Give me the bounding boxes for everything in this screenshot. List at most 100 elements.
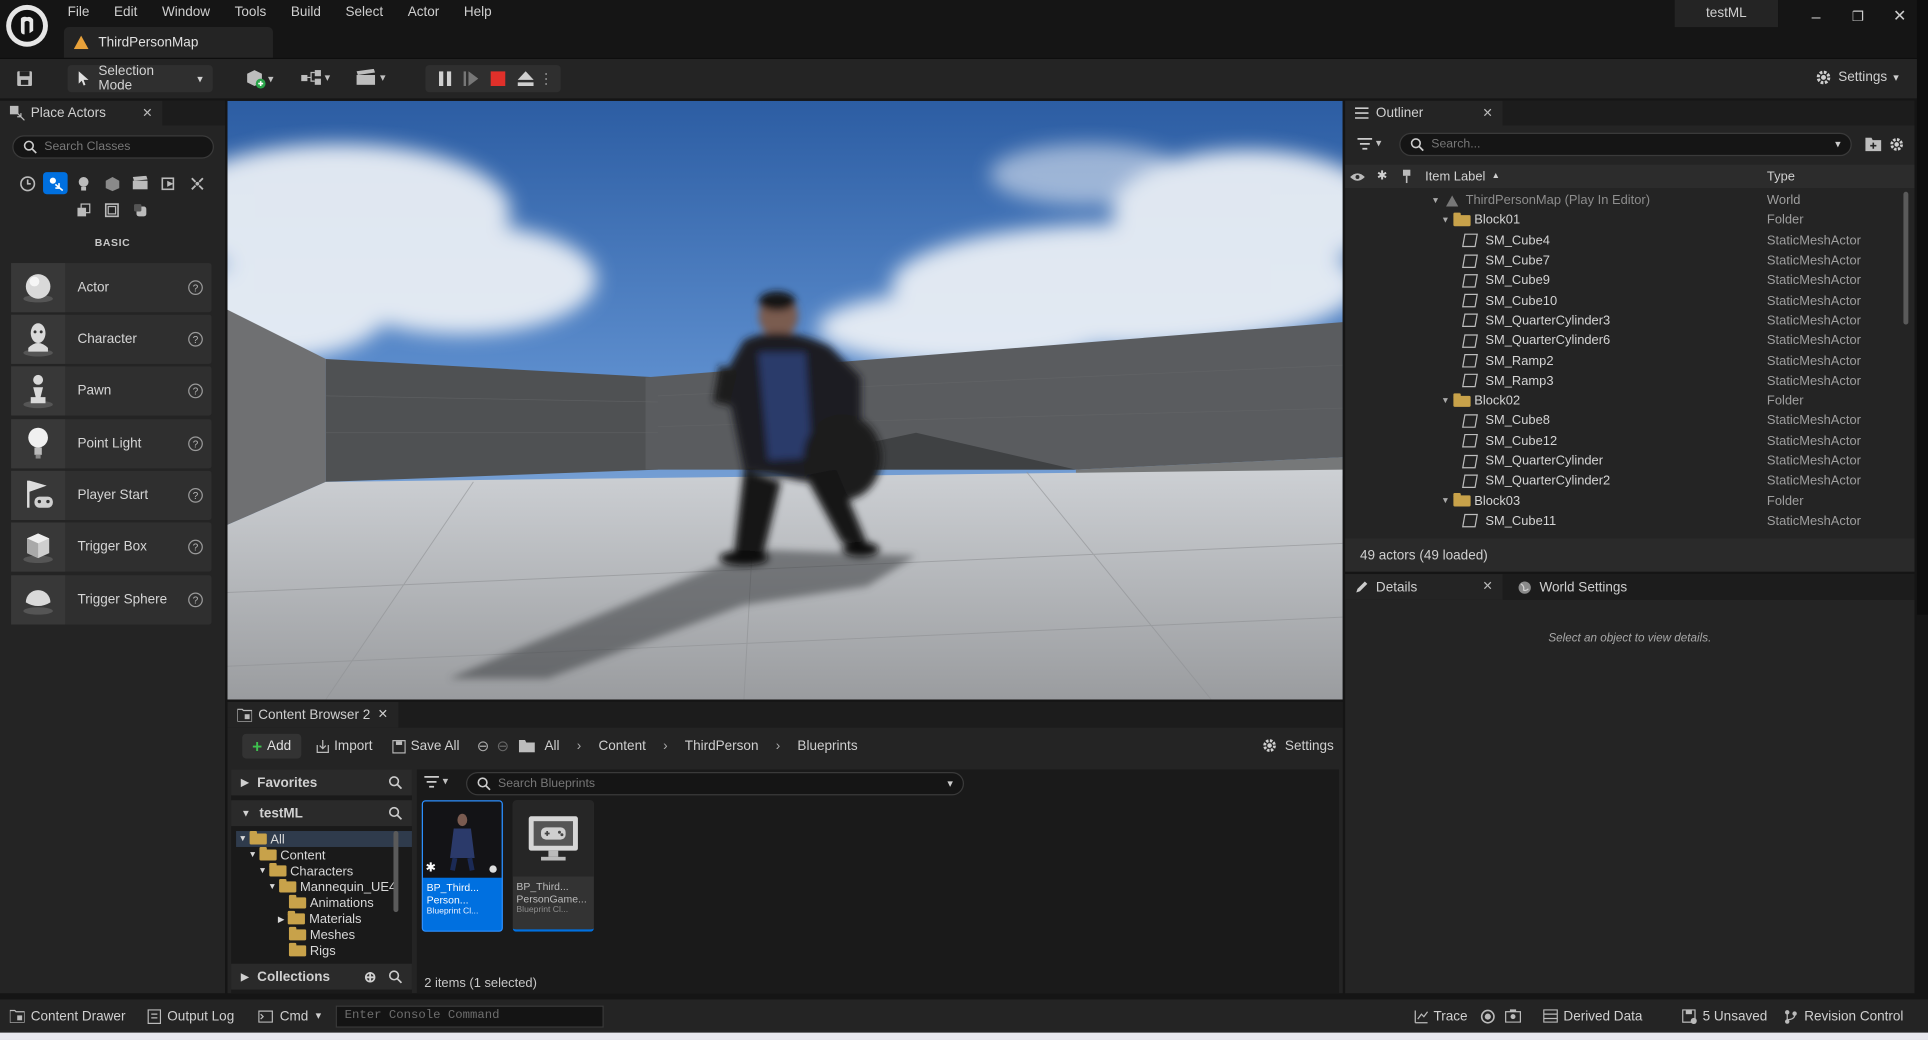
selection-mode-button[interactable]: Selection Mode ▾ (67, 64, 213, 93)
lights-category-icon[interactable] (71, 172, 96, 194)
search-icon[interactable] (388, 970, 403, 984)
shapes-category-icon[interactable] (100, 172, 125, 194)
save-all-button[interactable]: Save All (392, 739, 460, 754)
outliner-row[interactable]: SM_Cube8 StaticMeshActor (1345, 411, 1901, 431)
world-settings-tab[interactable]: World Settings (1507, 574, 1637, 600)
record-icon[interactable] (1480, 1009, 1495, 1024)
favorites-header[interactable]: ▶ Favorites (231, 769, 412, 796)
breadcrumb-blueprints[interactable]: Blueprints (797, 739, 857, 754)
search-icon[interactable] (388, 776, 403, 790)
tree-item-mannequin[interactable]: ▼ Mannequin_UE4 (236, 878, 412, 895)
tree-item-materials[interactable]: ▶ Materials (236, 910, 412, 927)
gear-icon[interactable] (1889, 136, 1905, 152)
add-button[interactable]: + Add (242, 733, 301, 759)
search-blueprints-input[interactable]: Search Blueprints ▾ (466, 772, 965, 796)
cb-settings-button[interactable]: Settings (1262, 738, 1334, 754)
save-icon[interactable] (15, 69, 35, 89)
pin-icon[interactable] (1394, 169, 1419, 184)
help-icon[interactable]: ? (188, 592, 203, 608)
outliner-row[interactable]: SM_QuarterCylinder2 StaticMeshActor (1345, 471, 1901, 491)
asset-tile[interactable]: BP_Third... PersonGame... Blueprint Cl..… (512, 800, 594, 932)
place-actors-tab[interactable]: Place Actors ✕ (0, 100, 163, 127)
recent-icon[interactable] (15, 172, 40, 194)
outliner-row[interactable]: SM_QuarterCylinder6 StaticMeshActor (1345, 331, 1901, 351)
import-button[interactable]: Import (316, 739, 373, 754)
add-collection-icon[interactable]: ⊕ (364, 968, 376, 985)
outliner-row[interactable]: SM_Ramp3 StaticMeshActor (1345, 371, 1901, 391)
outliner-row[interactable]: ▼ Block02 Folder (1345, 391, 1901, 411)
help-icon[interactable]: ? (188, 383, 203, 399)
place-pawn-item[interactable]: Pawn ? (11, 366, 212, 416)
settings-button[interactable]: Settings ▾ (1815, 69, 1899, 86)
place-character-item[interactable]: Character ? (11, 314, 212, 364)
help-icon[interactable]: ? (188, 436, 203, 452)
eye-icon[interactable] (1345, 171, 1370, 181)
frame-skip-icon[interactable] (457, 71, 484, 87)
help-icon[interactable]: ? (188, 488, 203, 503)
menu-select[interactable]: Select (333, 5, 395, 20)
volumes-category-icon[interactable] (184, 172, 209, 194)
menu-help[interactable]: Help (452, 5, 504, 20)
geometry-category-icon[interactable] (71, 199, 96, 221)
derived-data-button[interactable]: Derived Data (1542, 1009, 1642, 1023)
outliner-row[interactable]: SM_QuarterCylinder3 StaticMeshActor (1345, 311, 1901, 331)
eject-icon[interactable] (512, 71, 539, 87)
search-classes-input[interactable]: Search Classes (12, 135, 214, 159)
outliner-row[interactable]: SM_Cube11 StaticMeshActor (1345, 511, 1901, 531)
breadcrumb-content[interactable]: Content (598, 739, 645, 754)
output-log-button[interactable]: Output Log (147, 1008, 234, 1024)
outliner-row[interactable]: SM_Cube12 StaticMeshActor (1345, 431, 1901, 451)
outliner-row[interactable]: SM_QuarterCylinder StaticMeshActor (1345, 451, 1901, 471)
collections-header[interactable]: ▶ Collections ⊕ (231, 963, 412, 990)
revision-control-button[interactable]: Revision Control (1785, 1009, 1903, 1023)
blueprints-button[interactable]: ▾ (300, 69, 330, 86)
outliner-row[interactable]: SM_Ramp2 StaticMeshActor (1345, 351, 1901, 371)
stop-icon[interactable] (484, 71, 511, 87)
search-icon[interactable] (388, 806, 403, 820)
add-folder-icon[interactable] (1865, 137, 1882, 152)
outliner-row[interactable]: SM_Cube9 StaticMeshActor (1345, 271, 1901, 291)
col-item-label[interactable]: Item Label (1425, 169, 1485, 184)
add-actor-button[interactable]: ▾ (243, 69, 274, 89)
menu-build[interactable]: Build (279, 5, 334, 20)
level-viewport[interactable] (227, 100, 1343, 700)
folder-icon[interactable] (518, 740, 535, 753)
content-browser-tab[interactable]: Content Browser 2 ✕ (227, 701, 398, 728)
console-input[interactable]: Enter Console Command (335, 1004, 605, 1028)
unsaved-button[interactable]: 5 Unsaved (1681, 1008, 1767, 1024)
place-player-start-item[interactable]: Player Start ? (11, 470, 212, 520)
menu-tools[interactable]: Tools (222, 5, 278, 20)
minimize-button[interactable]: – (1795, 2, 1837, 29)
more-options-icon[interactable]: ⋮ (539, 70, 554, 87)
close-tab-icon[interactable]: ✕ (1482, 106, 1492, 120)
all-classes-category-icon[interactable] (100, 199, 125, 221)
tree-item-all[interactable]: ▼ All (236, 831, 412, 847)
menu-window[interactable]: Window (150, 5, 223, 20)
help-icon[interactable]: ? (188, 539, 203, 555)
history-back-icon[interactable]: ⊖ (477, 738, 489, 755)
trace-button[interactable]: Trace (1414, 1009, 1468, 1023)
tree-item-content[interactable]: ▼ Content (236, 846, 412, 863)
place-trigger-sphere-item[interactable]: Trigger Sphere ? (11, 575, 212, 625)
outliner-row[interactable]: ▼ ThirdPersonMap (Play In Editor) World (1345, 191, 1901, 211)
menu-file[interactable]: File (55, 5, 101, 20)
star-icon[interactable]: ✱ (1370, 170, 1395, 184)
outliner-row[interactable]: ▼ Block01 Folder (1345, 211, 1901, 231)
help-icon[interactable]: ? (188, 280, 203, 296)
breadcrumb-all[interactable]: All (545, 739, 560, 754)
map-tab[interactable]: ThirdPersonMap (63, 27, 273, 58)
place-trigger-box-item[interactable]: Trigger Box ? (11, 522, 212, 572)
close-tab-icon[interactable]: ✕ (142, 106, 152, 120)
unreal-logo-icon[interactable] (6, 4, 48, 47)
tree-item-rigs[interactable]: Rigs (236, 942, 412, 959)
help-icon[interactable]: ? (188, 331, 203, 347)
history-forward-icon[interactable]: ⊖ (496, 738, 508, 755)
outliner-filter-button[interactable]: ▾ (1357, 136, 1381, 150)
cmd-dropdown[interactable]: Cmd ▾ (258, 1009, 321, 1023)
project-header[interactable]: ▼ testML (231, 800, 412, 827)
place-actor-item[interactable]: Actor ? (11, 263, 212, 313)
tree-scrollbar[interactable] (393, 831, 399, 913)
outliner-search-input[interactable]: Search... ▾ (1399, 132, 1852, 157)
tree-item-animations[interactable]: Animations (236, 894, 412, 911)
menu-actor[interactable]: Actor (395, 5, 451, 20)
